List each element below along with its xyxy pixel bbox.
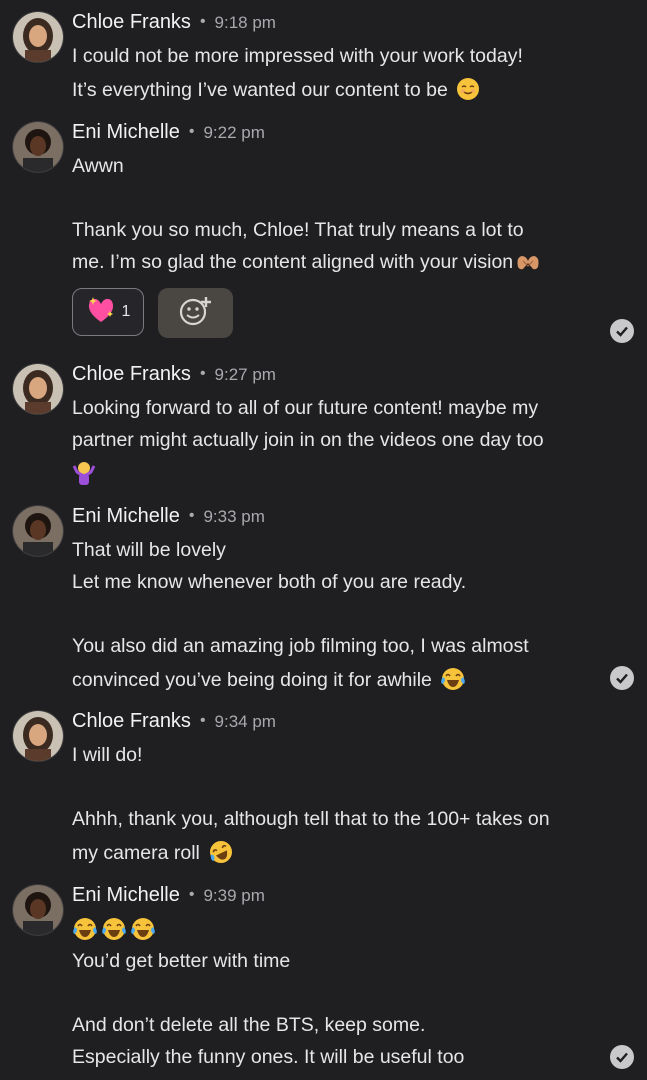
message-line: I will do!	[72, 744, 143, 766]
heart-hands-emoji-icon	[515, 251, 541, 279]
message-line: You’d get better with time	[72, 950, 291, 972]
reaction-chip[interactable]: 1	[72, 288, 144, 336]
message-line: my camera roll	[72, 840, 234, 870]
tears-of-joy-emoji-icon	[440, 667, 466, 697]
sender-name[interactable]: Chloe Franks	[72, 710, 191, 732]
timestamp: 9:22 pm	[203, 123, 265, 142]
message-line: I could not be more impressed with your …	[72, 45, 523, 67]
avatar-chloe-franks[interactable]	[12, 363, 64, 415]
sparkling-heart-icon	[86, 296, 116, 329]
message-line: Looking forward to all of our future con…	[72, 397, 539, 419]
message-line: Awwn	[72, 155, 124, 177]
add-emoji-icon	[179, 295, 213, 332]
message-line: Especially the funny ones. It will be us…	[72, 1046, 465, 1068]
separator-dot: •	[188, 123, 195, 140]
tears-of-joy-emoji-icon	[72, 917, 98, 947]
sender-name[interactable]: Chloe Franks	[72, 363, 191, 385]
avatar-eni-michelle[interactable]	[12, 505, 64, 557]
rolling-on-floor-laughing-emoji-icon	[208, 840, 234, 870]
message-line	[72, 460, 96, 492]
message-line: That will be lovely	[72, 539, 226, 561]
separator-dot: •	[199, 365, 206, 382]
read-receipt-check-icon	[610, 666, 634, 690]
message-line: You also did an amazing job filming too,…	[72, 635, 529, 657]
read-receipt-check-icon	[610, 1045, 634, 1069]
add-reaction-button[interactable]	[158, 288, 233, 338]
sender-name[interactable]: Eni Michelle	[72, 121, 180, 143]
separator-dot: •	[188, 507, 195, 524]
message-line: Let me know whenever both of you are rea…	[72, 571, 467, 593]
message-line: It’s everything I’ve wanted our content …	[72, 77, 480, 107]
timestamp: 9:33 pm	[203, 507, 265, 526]
reaction-count: 1	[121, 303, 131, 320]
sender-name[interactable]: Chloe Franks	[72, 11, 191, 33]
message-line: Ahhh, thank you, although tell that to t…	[72, 808, 550, 830]
read-receipt-check-icon	[610, 319, 634, 343]
timestamp: 9:18 pm	[214, 13, 276, 32]
separator-dot: •	[199, 13, 206, 30]
message-line: me. I’m so glad the content aligned with…	[72, 251, 541, 279]
avatar-chloe-franks[interactable]	[12, 11, 64, 63]
tears-of-joy-emoji-icon	[101, 917, 127, 947]
person-shrugging-emoji-icon	[72, 460, 96, 492]
relieved-face-emoji-icon	[456, 77, 480, 107]
sender-name[interactable]: Eni Michelle	[72, 884, 180, 906]
avatar-eni-michelle[interactable]	[12, 884, 64, 936]
message-line: partner might actually join in on the vi…	[72, 429, 544, 451]
timestamp: 9:39 pm	[203, 886, 265, 905]
separator-dot: •	[199, 712, 206, 729]
tears-of-joy-emoji-icon	[130, 917, 156, 947]
avatar-eni-michelle[interactable]	[12, 121, 64, 173]
sender-name[interactable]: Eni Michelle	[72, 505, 180, 527]
message-line: And don’t delete all the BTS, keep some.	[72, 1014, 426, 1036]
timestamp: 9:27 pm	[214, 365, 276, 384]
avatar-chloe-franks[interactable]	[12, 710, 64, 762]
message-line	[72, 917, 156, 947]
message-line: Thank you so much, Chloe! That truly mea…	[72, 219, 524, 241]
separator-dot: •	[188, 886, 195, 903]
message-line: convinced you’ve being doing it for awhi…	[72, 667, 466, 697]
timestamp: 9:34 pm	[214, 712, 276, 731]
